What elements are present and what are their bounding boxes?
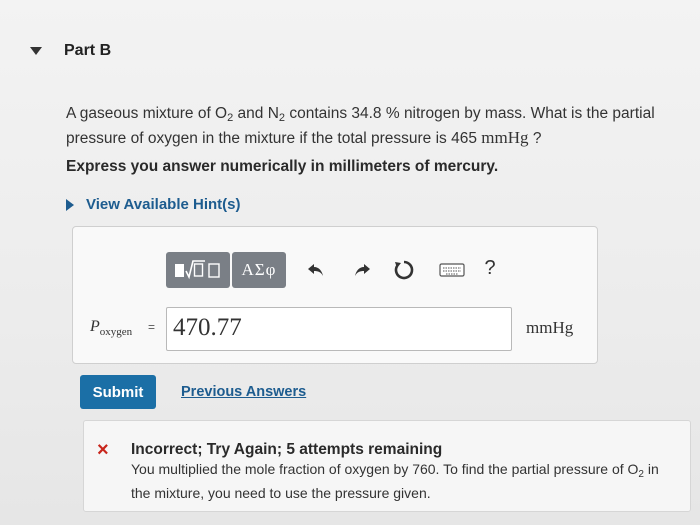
variable-label: Poxygen xyxy=(90,318,132,338)
part-title: Part B xyxy=(64,42,112,59)
expand-caret-icon xyxy=(66,198,74,211)
question-text: A gaseous mixture of O2 and N2 contains … xyxy=(66,104,676,149)
feedback-message-1: You multiplied the mole fraction of oxyg… xyxy=(131,461,639,477)
question-text-1: A gaseous mixture of O xyxy=(66,105,228,122)
previous-answers-link[interactable]: Previous Answers xyxy=(181,384,306,400)
equals-sign: = xyxy=(148,320,156,334)
submit-button[interactable]: Submit xyxy=(80,375,156,409)
answer-unit: mmHg xyxy=(526,318,574,337)
variable-subscript: oxygen xyxy=(99,326,133,338)
help-icon[interactable]: ? xyxy=(478,256,502,280)
question-text-2: and N xyxy=(233,105,279,122)
incorrect-x-icon: × xyxy=(97,439,109,461)
answer-input[interactable]: 470.77 xyxy=(166,307,512,351)
view-hints-link[interactable]: View Available Hint(s) xyxy=(66,196,241,213)
part-header[interactable]: Part B xyxy=(30,42,111,60)
variable-symbol: P xyxy=(90,318,100,335)
template-button[interactable] xyxy=(166,252,230,288)
redo-icon[interactable] xyxy=(350,258,374,282)
math-toolbar: ΑΣφ xyxy=(166,252,286,288)
undo-icon[interactable] xyxy=(304,258,328,282)
feedback-title: Incorrect; Try Again; 5 attempts remaini… xyxy=(131,441,443,458)
greek-symbols-button[interactable]: ΑΣφ xyxy=(232,252,286,288)
question-unit: mmHg xyxy=(481,128,529,147)
instruction-text: Express you answer numerically in millim… xyxy=(66,158,499,175)
collapse-caret-icon[interactable] xyxy=(30,47,42,55)
feedback-message: You multiplied the mole fraction of oxyg… xyxy=(131,460,681,502)
reset-icon[interactable] xyxy=(392,258,416,282)
question-text-4: ? xyxy=(528,130,542,147)
keyboard-icon[interactable] xyxy=(438,258,466,282)
view-hints-label: View Available Hint(s) xyxy=(86,196,241,213)
template-icon xyxy=(172,258,224,282)
